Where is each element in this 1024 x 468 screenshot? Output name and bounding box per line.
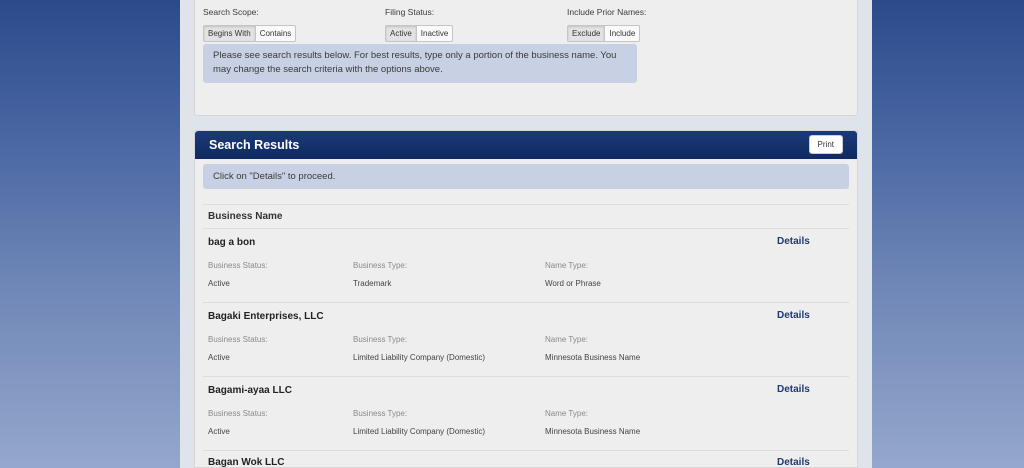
business-type-value: Limited Liability Company (Domestic): [353, 427, 486, 436]
result-row: bag a bon Details Business Status: Busin…: [195, 229, 859, 303]
search-scope-label: Search Scope:: [203, 7, 259, 17]
results-header: Search Results Print: [195, 131, 857, 159]
prior-names-label: Include Prior Names:: [567, 7, 647, 17]
business-status-value: Active: [208, 279, 230, 288]
business-type-label: Business Type:: [353, 409, 408, 418]
filing-status-label: Filing Status:: [385, 7, 435, 17]
name-type-label: Name Type:: [545, 335, 588, 344]
proceed-message: Click on "Details" to proceed.: [203, 164, 849, 189]
search-scope-toggle: Begins With Contains: [203, 25, 297, 42]
active-button[interactable]: Active: [386, 26, 416, 41]
business-type-value: Limited Liability Company (Domestic): [353, 353, 486, 362]
business-status-label: Business Status:: [208, 409, 268, 418]
prior-names-toggle: Exclude Include: [567, 25, 641, 42]
include-button[interactable]: Include: [604, 26, 639, 41]
name-type-label: Name Type:: [545, 261, 588, 270]
business-type-value: Trademark: [353, 279, 392, 288]
filing-status-group: Filing Status: Active Inactive: [385, 7, 454, 42]
business-name: Bagaki Enterprises, LLC: [208, 311, 324, 322]
business-status-label: Business Status:: [208, 335, 268, 344]
business-status-value: Active: [208, 427, 230, 436]
result-row: Bagan Wok LLC Details: [195, 451, 859, 468]
business-name: Bagan Wok LLC: [208, 457, 285, 468]
details-link[interactable]: Details: [777, 310, 810, 321]
result-row: Bagami-ayaa LLC Details Business Status:…: [195, 377, 859, 451]
search-results-panel: Search Results Print Click on "Details" …: [194, 130, 858, 468]
contains-button[interactable]: Contains: [254, 26, 296, 41]
business-name: Bagami-ayaa LLC: [208, 385, 292, 396]
business-name: bag a bon: [208, 237, 256, 248]
print-button[interactable]: Print: [808, 135, 843, 154]
details-link[interactable]: Details: [777, 457, 810, 468]
business-status-label: Business Status:: [208, 261, 268, 270]
prior-names-group: Include Prior Names: Exclude Include: [567, 7, 646, 42]
page-container: Search Scope: Begins With Contains Filin…: [180, 0, 872, 468]
name-type-value: Minnesota Business Name: [545, 427, 641, 436]
result-row: Bagaki Enterprises, LLC Details Business…: [195, 303, 859, 377]
results-title: Search Results: [209, 138, 300, 152]
business-type-label: Business Type:: [353, 335, 408, 344]
name-type-label: Name Type:: [545, 409, 588, 418]
business-status-value: Active: [208, 353, 230, 362]
business-name-column-header: Business Name: [208, 211, 283, 222]
search-criteria-panel: Search Scope: Begins With Contains Filin…: [194, 0, 858, 116]
filing-status-toggle: Active Inactive: [385, 25, 454, 42]
details-link[interactable]: Details: [777, 384, 810, 395]
name-type-value: Word or Phrase: [545, 279, 601, 288]
search-info-message: Please see search results below. For bes…: [203, 44, 637, 83]
business-type-label: Business Type:: [353, 261, 408, 270]
inactive-button[interactable]: Inactive: [415, 26, 453, 41]
exclude-button[interactable]: Exclude: [568, 26, 605, 41]
begins-with-button[interactable]: Begins With: [204, 26, 255, 41]
search-scope-group: Search Scope: Begins With Contains: [203, 7, 297, 42]
details-link[interactable]: Details: [777, 236, 810, 247]
divider: [203, 204, 849, 205]
name-type-value: Minnesota Business Name: [545, 353, 641, 362]
